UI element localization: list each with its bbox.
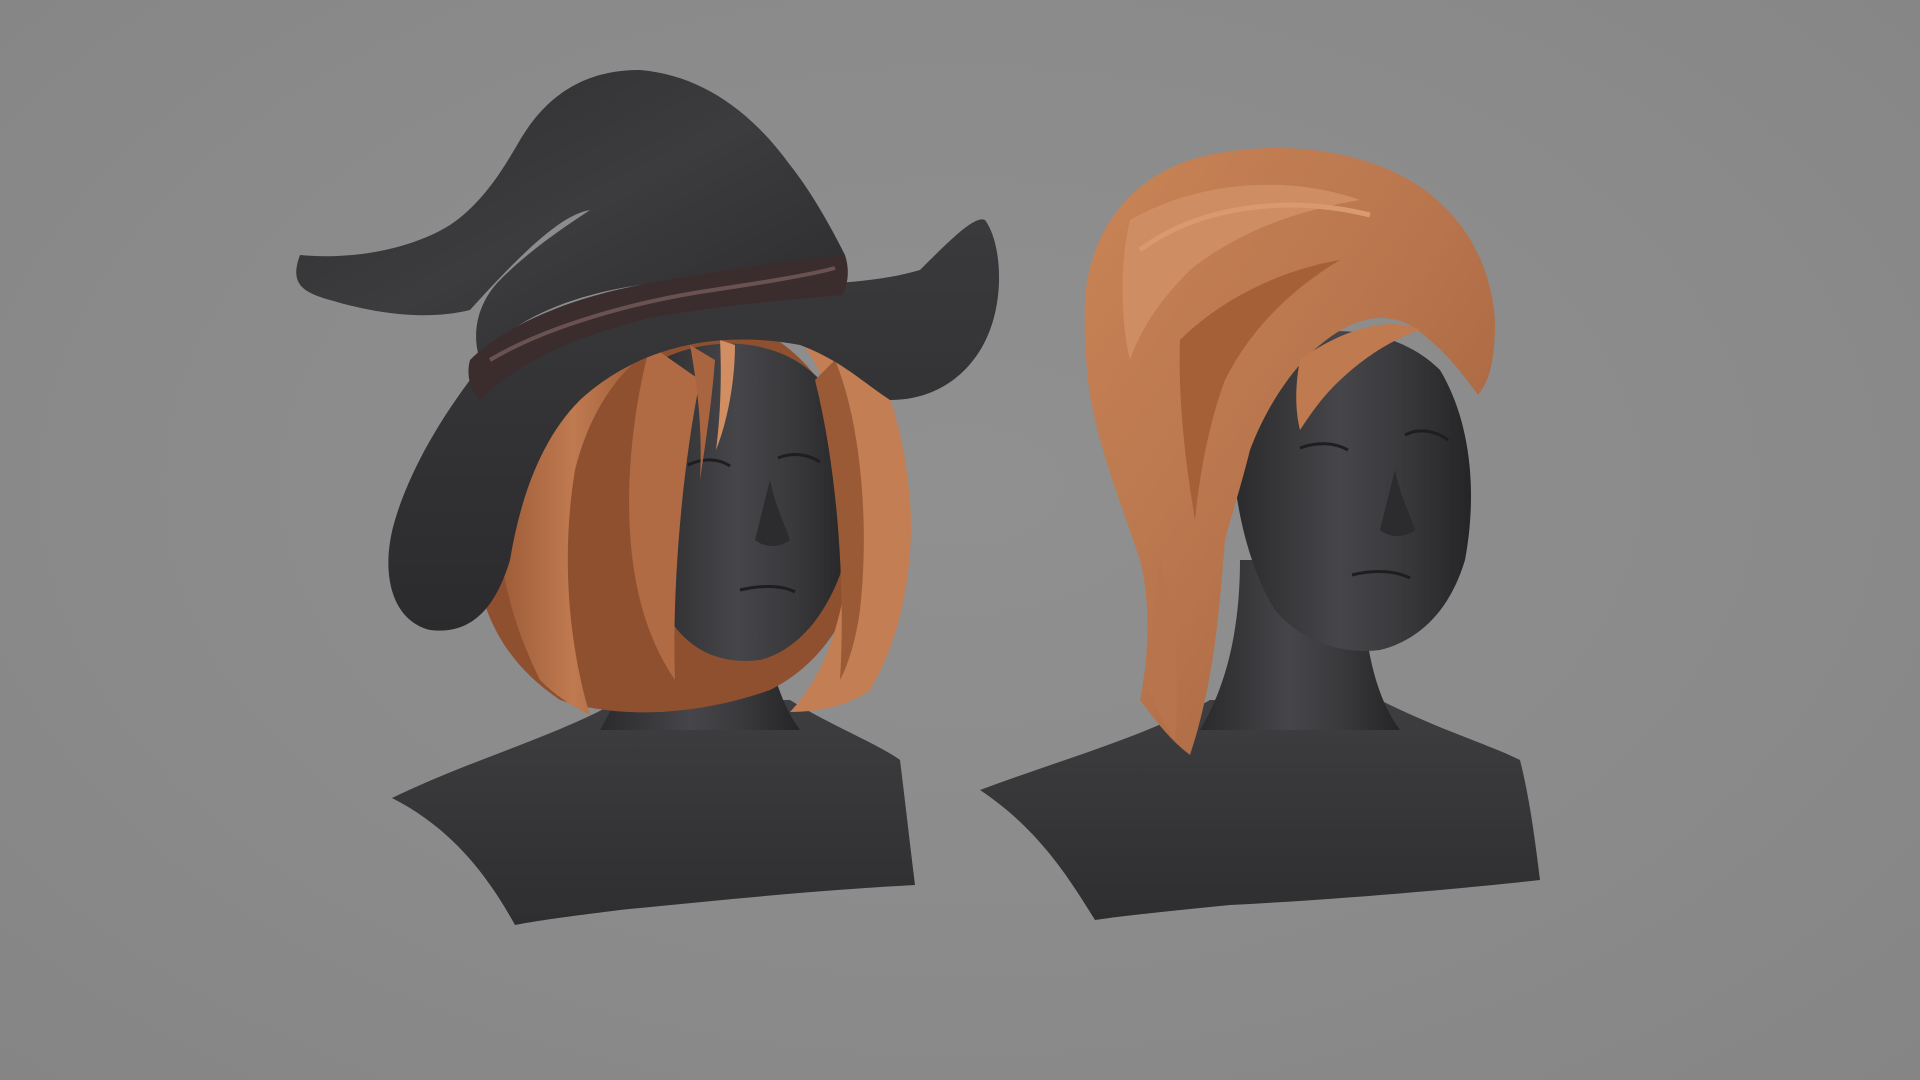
- render-viewport: [0, 0, 1920, 1080]
- character-render-scene: [296, 70, 1540, 925]
- model-side-swept: [980, 148, 1540, 920]
- bust-shoulders-right-model: [980, 700, 1540, 920]
- model-witch-hat-bob: [296, 70, 1000, 925]
- bust-shoulders-left-model: [392, 700, 915, 925]
